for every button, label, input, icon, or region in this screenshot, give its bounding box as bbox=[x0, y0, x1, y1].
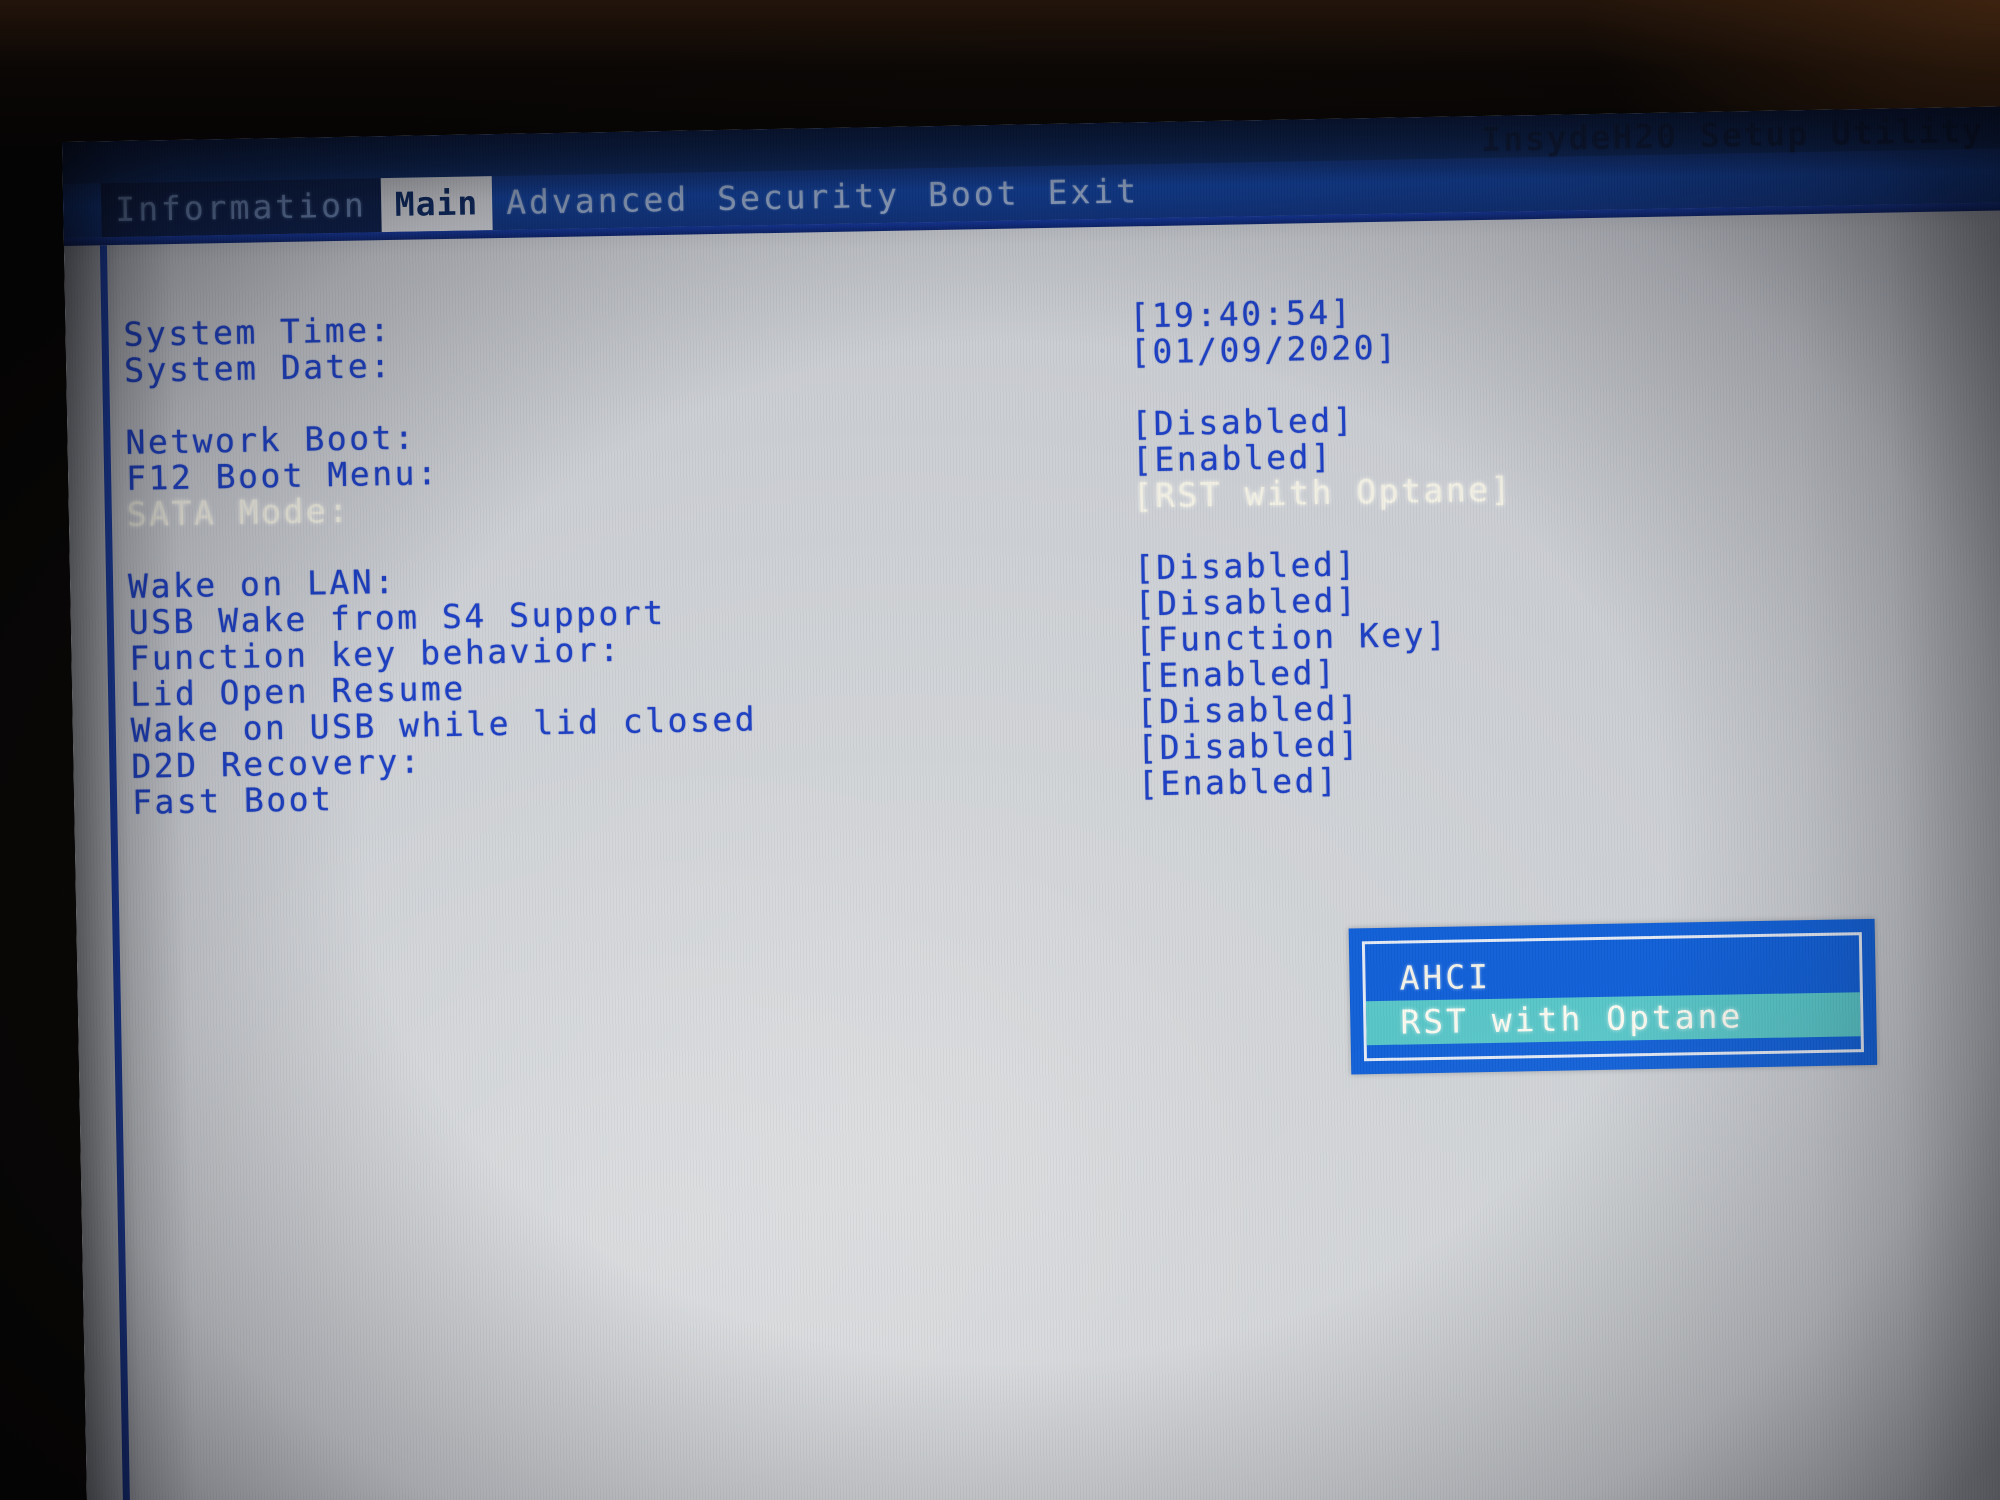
tab-exit[interactable]: Exit bbox=[1033, 164, 1153, 220]
tab-security[interactable]: Security bbox=[703, 168, 915, 226]
settings-list: System Time: [19:40:54] System Date: [01… bbox=[64, 210, 2000, 822]
setting-label: D2D Recovery: bbox=[131, 741, 423, 786]
lcd-panel: Information Main Advanced Security Boot … bbox=[62, 106, 2000, 1500]
screenshot-root: Information Main Advanced Security Boot … bbox=[0, 0, 2000, 1500]
setting-value[interactable]: [RST with Optane] bbox=[1132, 469, 1513, 515]
setting-label: F12 Boot Menu: bbox=[125, 453, 440, 498]
setting-label: Fast Boot bbox=[131, 779, 334, 822]
setting-value[interactable]: [Function Key] bbox=[1135, 615, 1449, 660]
app-title: InsydeH20 Setup Utility bbox=[1480, 110, 1985, 159]
setting-value[interactable]: [01/09/2020] bbox=[1130, 328, 1399, 372]
setting-value[interactable]: [Enabled] bbox=[1138, 761, 1340, 804]
setting-label: SATA Mode: bbox=[126, 490, 351, 534]
dropdown-inner-frame: AHCI RST with Optane bbox=[1361, 932, 1864, 1062]
setting-label: System Date: bbox=[123, 345, 393, 390]
dropdown-option-rst-with-optane[interactable]: RST with Optane bbox=[1365, 992, 1861, 1046]
tab-advanced[interactable]: Advanced bbox=[492, 172, 704, 230]
sata-mode-dropdown[interactable]: AHCI RST with Optane bbox=[1348, 918, 1878, 1075]
tab-information[interactable]: Information bbox=[100, 178, 382, 238]
tab-main[interactable]: Main bbox=[380, 176, 493, 233]
tab-boot[interactable]: Boot bbox=[914, 166, 1034, 222]
bios-screen: Information Main Advanced Security Boot … bbox=[62, 106, 2000, 1500]
